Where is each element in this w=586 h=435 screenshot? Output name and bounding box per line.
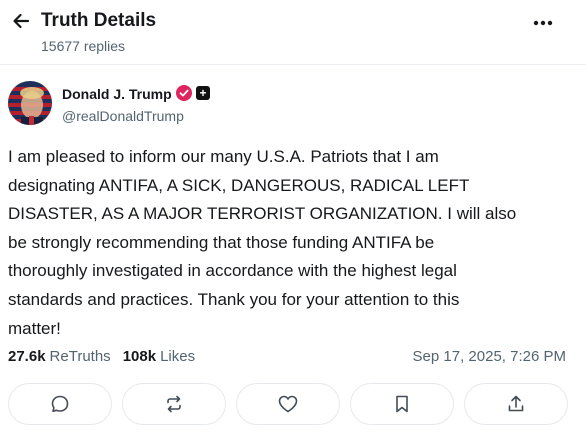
retruths-label: ReTruths xyxy=(49,348,111,365)
header-divider xyxy=(0,64,586,65)
retruth-button[interactable] xyxy=(122,383,226,425)
heart-icon xyxy=(278,395,298,413)
page-title: Truth Details xyxy=(41,10,157,31)
avatar[interactable] xyxy=(8,81,52,125)
post-line: be strongly recommending that those fund… xyxy=(8,232,435,252)
likes-count: 108k xyxy=(122,348,157,365)
post-line: thoroughly investigated in accordance wi… xyxy=(8,261,457,281)
plus-badge: + xyxy=(196,86,210,100)
arrow-left-icon xyxy=(13,13,30,29)
repost-icon xyxy=(167,395,181,413)
post-body: I am pleased to inform our many U.S.A. P… xyxy=(8,143,568,343)
author-handle[interactable]: @realDonaldTrump xyxy=(62,107,184,125)
post-timestamp: Sep 17, 2025, 7:26 PM xyxy=(412,348,566,365)
post-line: standards and practices. Thank you for y… xyxy=(8,289,460,309)
post-line: I am pleased to inform our many U.S.A. P… xyxy=(8,147,439,166)
reply-button[interactable] xyxy=(8,383,112,425)
ellipsis-icon xyxy=(533,20,553,26)
post-line: matter! xyxy=(8,318,61,338)
post-stats: 27.6k ReTruths 108k Likes xyxy=(8,348,195,366)
likes-stat[interactable]: 108k Likes xyxy=(123,348,195,366)
retruths-stat[interactable]: 27.6k ReTruths xyxy=(8,348,111,366)
page-header: Truth Details 15677 replies xyxy=(0,0,586,64)
likes-label: Likes xyxy=(160,348,196,365)
verified-badge-icon xyxy=(176,85,192,101)
post-line: DISASTER, AS A MAJOR TERRORIST ORGANIZAT… xyxy=(8,204,517,224)
bookmark-icon xyxy=(396,395,408,413)
reply-count: 15677 replies xyxy=(41,38,126,54)
comment-icon xyxy=(51,395,69,412)
back-button[interactable] xyxy=(10,10,32,32)
bookmark-button[interactable] xyxy=(350,383,454,425)
author-name[interactable]: Donald J. Trump xyxy=(62,85,172,103)
like-button[interactable] xyxy=(236,383,340,425)
share-icon xyxy=(508,395,524,412)
retruths-count: 27.6k xyxy=(8,348,46,365)
post-line: designating ANTIFA, A SICK, DANGEROUS, R… xyxy=(8,175,470,195)
share-button[interactable] xyxy=(464,383,568,425)
avatar-image xyxy=(8,81,52,125)
more-options-button[interactable] xyxy=(530,12,556,34)
